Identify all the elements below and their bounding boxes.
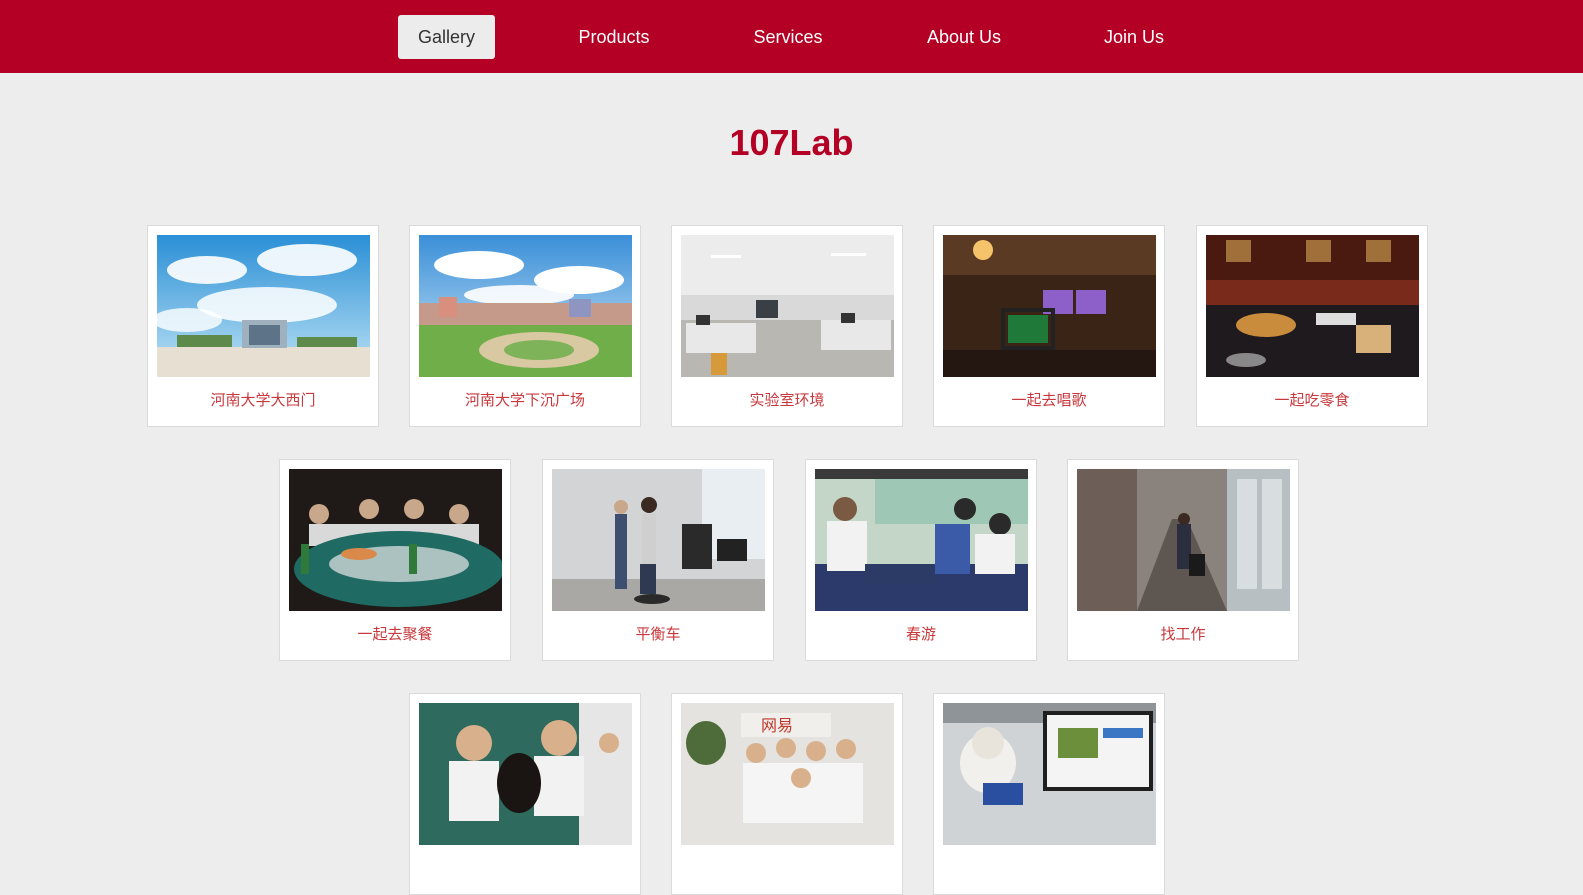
gallery-caption: 河南大学下沉广场 [464,391,585,409]
gallery-caption: 一起去聚餐 [357,625,433,643]
group-dinner-photo [289,469,502,611]
nav-about-us[interactable]: About Us [912,15,1016,59]
gallery-caption: 春游 [905,625,936,643]
gallery-card[interactable]: 河南大学大西门 [147,225,379,427]
gallery-caption: 实验室环境 [749,391,825,409]
top-nav: Gallery Products Services About Us Join … [0,0,1583,73]
gallery-card[interactable]: 春游 [805,459,1037,661]
gallery-card[interactable]: 河南大学下沉广场 [409,225,641,427]
sunken-plaza-photo [419,235,632,377]
gallery-card[interactable] [409,693,641,895]
nav-join-us[interactable]: Join Us [1090,15,1178,59]
balance-scooter-photo [552,469,765,611]
corridor-luggage-photo [1077,469,1290,611]
gallery-card[interactable]: 一起吃零食 [1196,225,1428,427]
group-selfie-photo [419,703,632,845]
gallery-card[interactable]: 一起去唱歌 [933,225,1165,427]
karaoke-room-photo [943,235,1156,377]
desk-monitor-photo [943,703,1156,845]
gallery-card[interactable]: 实验室环境 [671,225,903,427]
gallery-card[interactable] [933,693,1165,895]
gallery-card[interactable]: 网易 [671,693,903,895]
company-visit-photo: 网易 [681,703,894,845]
gallery-card[interactable]: 找工作 [1067,459,1299,661]
lab-room-photo [681,235,894,377]
gallery-caption: 河南大学大西门 [210,391,316,409]
svg-text:网易: 网易 [761,716,793,735]
gallery-card[interactable]: 一起去聚餐 [279,459,511,661]
gallery-caption: 一起吃零食 [1274,391,1350,409]
snacks-table-photo [1206,235,1419,377]
gallery-caption: 找工作 [1160,625,1206,643]
page-title: 107Lab [729,122,854,163]
campus-gate-photo [157,235,370,377]
gallery-caption: 平衡车 [635,625,681,643]
nav-gallery[interactable]: Gallery [398,15,495,59]
nav-products[interactable]: Products [564,15,664,59]
nav-services[interactable]: Services [738,15,838,59]
gallery-caption: 一起去唱歌 [1011,391,1087,409]
bus-trip-photo [815,469,1028,611]
gallery-card[interactable]: 平衡车 [542,459,774,661]
